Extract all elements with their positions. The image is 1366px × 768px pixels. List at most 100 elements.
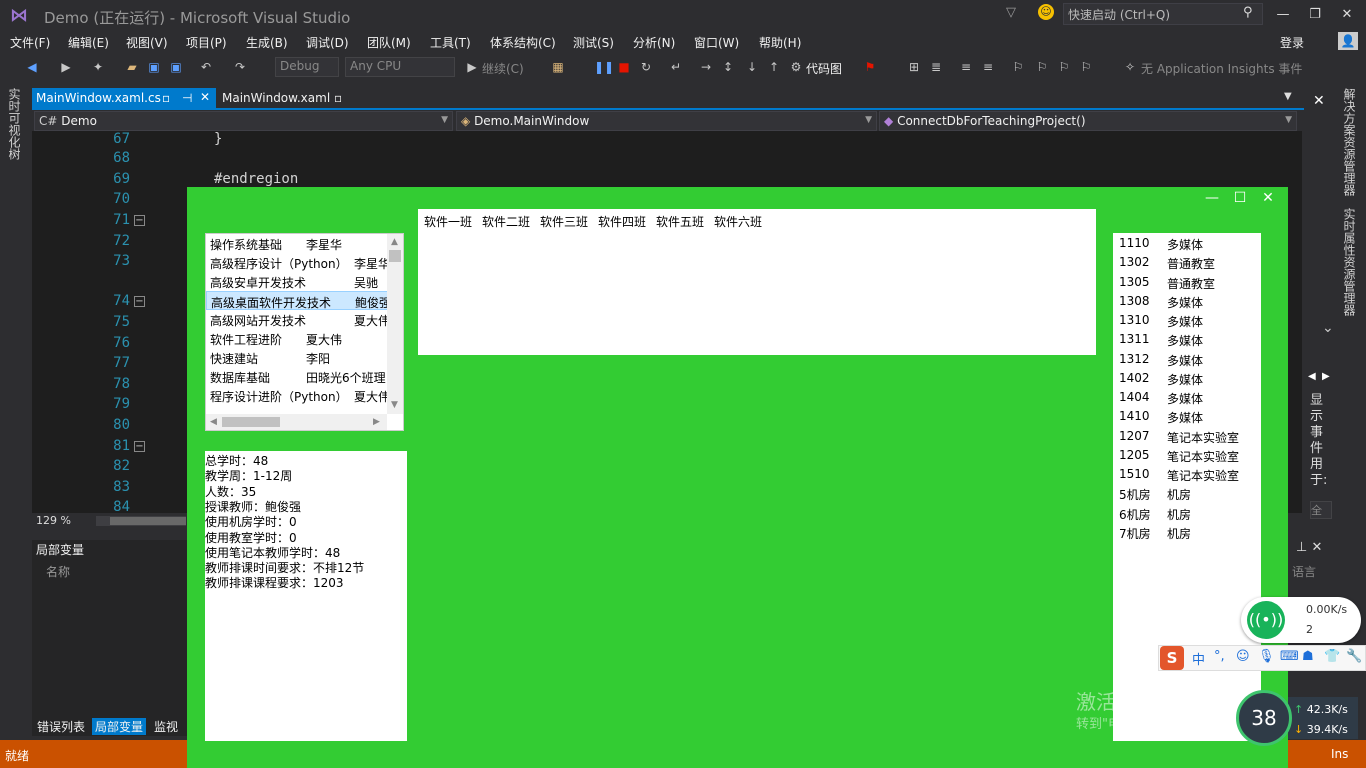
uncomment-icon[interactable]: ≡ xyxy=(980,59,996,75)
step-over-icon[interactable]: ↕ xyxy=(720,59,736,75)
new-project-icon[interactable]: ✦ xyxy=(90,59,106,75)
tab-watch[interactable]: 监视 xyxy=(151,718,181,735)
list-item[interactable]: 高级安卓开发技术 吴驰 xyxy=(206,272,389,291)
list-item[interactable]: 程序设计进阶（Python） 夏大伟 xyxy=(206,386,389,405)
prev-bookmark-icon[interactable]: ⚐ xyxy=(1034,59,1050,75)
pin-icon[interactable]: ⊣ xyxy=(182,91,192,105)
menu-edit[interactable]: 编辑(E) xyxy=(68,34,109,51)
menu-analyze[interactable]: 分析(N) xyxy=(633,34,675,51)
class-item[interactable]: 软件三班 xyxy=(540,213,588,230)
app-insights-icon[interactable]: ✧ xyxy=(1122,59,1138,75)
live-visual-tree-tab[interactable]: 实时可视化树 xyxy=(7,88,23,160)
maximize-button[interactable]: ❐ xyxy=(1300,4,1330,26)
close-button[interactable]: ✕ xyxy=(1332,4,1362,26)
user-account-icon[interactable]: 👤 xyxy=(1338,32,1358,50)
punctuation-icon[interactable]: °, xyxy=(1214,649,1225,664)
feedback-smiley-icon[interactable]: ☺ xyxy=(1038,4,1054,20)
save-all-icon[interactable]: ▣ xyxy=(168,59,184,75)
continue-button[interactable]: 继续(C) xyxy=(482,60,524,77)
scroll-down-icon[interactable]: ▼ xyxy=(391,400,398,410)
open-file-icon[interactable]: ▰ xyxy=(124,59,140,75)
scrollbar-thumb[interactable] xyxy=(110,517,186,525)
show-next-statement-icon[interactable]: ↵ xyxy=(668,59,684,75)
exception-settings-icon[interactable]: ⚑ xyxy=(862,59,878,75)
menu-build[interactable]: 生成(B) xyxy=(246,34,288,51)
list-item-selected[interactable]: 高级桌面软件开发技术 鲍俊强 xyxy=(206,291,389,310)
memory-usage-gauge[interactable]: 38 xyxy=(1236,690,1292,746)
notification-filter-icon[interactable]: ▽ xyxy=(1006,5,1016,20)
list-item[interactable]: 软件工程进阶 夏大伟 xyxy=(206,329,389,348)
back-icon[interactable]: ◀ xyxy=(24,59,40,75)
scroll-right-icon[interactable]: ▶ xyxy=(373,417,380,427)
class-dropdown[interactable]: ◈ Demo.MainWindow ▼ xyxy=(456,111,877,131)
restart-icon[interactable]: ↻ xyxy=(638,59,654,75)
course-list[interactable]: 操作系统基础 李星华 高级程序设计（Python） 李星华 高级安卓开发技术 吴驰 高… xyxy=(205,233,404,431)
class-item[interactable]: 软件四班 xyxy=(598,213,646,230)
undo-icon[interactable]: ↶ xyxy=(198,59,214,75)
layout-icon[interactable]: ⊞ xyxy=(906,59,922,75)
clear-bookmark-icon[interactable]: ⚐ xyxy=(1078,59,1094,75)
event-filter-dropdown[interactable]: 全部 xyxy=(1310,501,1332,519)
minimize-button[interactable]: — xyxy=(1268,4,1298,26)
scrollbar-thumb[interactable] xyxy=(222,417,280,427)
forward-icon[interactable]: ▶ xyxy=(58,59,74,75)
process-icon[interactable]: ▦ xyxy=(550,59,566,75)
menu-architecture[interactable]: 体系结构(C) xyxy=(490,34,556,51)
tab-locals[interactable]: 局部变量 xyxy=(92,718,147,735)
step-out-icon[interactable]: ↓ xyxy=(744,59,760,75)
list-item[interactable]: 高级网站开发技术 夏大伟 xyxy=(206,310,389,329)
quick-launch-input[interactable]: 快速启动 (Ctrl+Q) xyxy=(1063,3,1263,25)
app-minimize-button[interactable]: — xyxy=(1202,190,1222,206)
tab-menu-icon[interactable]: ▫ xyxy=(162,91,170,105)
scroll-left-icon[interactable]: ◀ xyxy=(210,417,217,427)
tab-overflow-dropdown-icon[interactable]: ▼ xyxy=(1284,91,1292,102)
sign-in-link[interactable]: 登录 xyxy=(1280,34,1304,51)
menu-team[interactable]: 团队(M) xyxy=(367,34,411,51)
wrench-icon[interactable]: 🔧 xyxy=(1346,649,1362,664)
menu-debug[interactable]: 调试(D) xyxy=(306,34,349,51)
panel-pin-close-icons[interactable]: ⊥ ✕ xyxy=(1296,540,1322,555)
chevron-left-icon[interactable]: ◀ xyxy=(1308,371,1316,382)
menu-help[interactable]: 帮助(H) xyxy=(759,34,801,51)
stop-icon[interactable]: ■ xyxy=(616,59,632,75)
ime-language-toggle[interactable]: 中 xyxy=(1192,649,1205,668)
class-item[interactable]: 软件一班 xyxy=(424,213,472,230)
solution-platform-dropdown[interactable]: Any CPU xyxy=(345,57,455,77)
menu-project[interactable]: 项目(P) xyxy=(186,34,227,51)
code-map-icon[interactable]: ⚙ xyxy=(788,59,804,75)
scroll-up-icon[interactable]: ▲ xyxy=(391,237,398,247)
bookmark-icon[interactable]: ⚐ xyxy=(1010,59,1026,75)
list-item[interactable]: 高级程序设计（Python） 李星华 xyxy=(206,253,389,272)
tab-mainwindow-xaml[interactable]: MainWindow.xaml ▫ xyxy=(220,88,350,110)
list-item[interactable]: 快速建站 李阳 xyxy=(206,348,389,367)
tab-mainwindow-xaml-cs[interactable]: MainWindow.xaml.cs ▫ ⊣ ✕ xyxy=(32,88,216,110)
comment-icon[interactable]: ≡ xyxy=(958,59,974,75)
collapse-region-icon[interactable]: − xyxy=(134,441,145,452)
app-insights-events[interactable]: 无 Application Insights 事件 xyxy=(1141,60,1302,77)
collapse-region-icon[interactable]: − xyxy=(134,215,145,226)
close-tab-icon[interactable]: ✕ xyxy=(200,90,210,104)
live-property-explorer-tab[interactable]: 实时属性资源管理器 xyxy=(1342,208,1358,316)
zoom-level-dropdown[interactable]: 129 % xyxy=(32,514,92,530)
solution-configuration-dropdown[interactable]: Debug xyxy=(275,57,339,77)
locals-name-column-header[interactable]: 名称 xyxy=(46,563,70,580)
app-maximize-button[interactable]: ☐ xyxy=(1230,190,1250,206)
microphone-icon[interactable]: 🎙 xyxy=(1258,649,1275,664)
class-item[interactable]: 软件六班 xyxy=(714,213,762,230)
project-dropdown[interactable]: C# Demo ▼ xyxy=(34,111,453,131)
step-back-icon[interactable]: ↑ xyxy=(766,59,782,75)
play-icon[interactable]: ▶ xyxy=(464,59,480,75)
user-icon[interactable]: ☗ xyxy=(1302,649,1314,664)
class-item[interactable]: 软件五班 xyxy=(656,213,704,230)
emoji-icon[interactable]: ☺ xyxy=(1236,649,1250,664)
app-close-button[interactable]: ✕ xyxy=(1258,190,1278,206)
pause-icon[interactable]: ❚❚ xyxy=(594,59,614,75)
collapse-region-icon[interactable]: − xyxy=(134,296,145,307)
chevron-down-icon[interactable]: ⌄ xyxy=(1322,320,1334,336)
code-map-button[interactable]: 代码图 xyxy=(806,60,842,77)
solution-explorer-tab[interactable]: 解决方案资源管理器 xyxy=(1342,88,1358,196)
list-item[interactable]: 数据库基础 田晓光6个班理 xyxy=(206,367,389,386)
tab-error-list[interactable]: 错误列表 xyxy=(34,718,88,735)
redo-icon[interactable]: ↷ xyxy=(232,59,248,75)
properties-icon[interactable]: ≣ xyxy=(928,59,944,75)
